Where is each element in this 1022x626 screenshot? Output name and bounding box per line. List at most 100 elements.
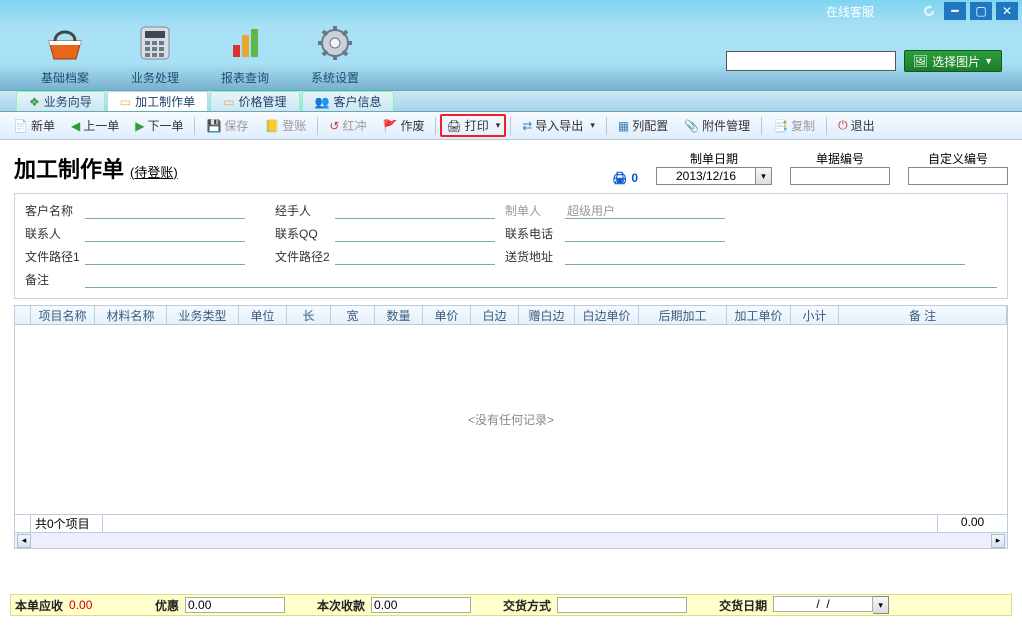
exit-icon: ⏻ bbox=[838, 118, 848, 133]
deliver-date-input[interactable] bbox=[773, 596, 873, 612]
docno-input[interactable] bbox=[790, 167, 890, 185]
status-link[interactable]: (待登账) bbox=[130, 162, 178, 181]
col-biztype[interactable]: 业务类型 bbox=[167, 306, 239, 324]
post-button[interactable]: 📒登账 bbox=[257, 114, 313, 137]
tab-process-order-label: 加工制作单 bbox=[135, 93, 195, 110]
col-project[interactable]: 项目名称 bbox=[31, 306, 95, 324]
attachment-button[interactable]: 📎附件管理 bbox=[677, 114, 757, 137]
pay-input[interactable] bbox=[371, 597, 471, 613]
print-button[interactable]: 🖨打印▾ bbox=[440, 114, 506, 137]
tab-customer-info[interactable]: 👥客户信息 bbox=[302, 91, 395, 111]
tab-bar: ❖业务向导 ▭ 加工制作单 ▭ 价格管理 👥客户信息 bbox=[0, 90, 1022, 112]
date-input[interactable] bbox=[656, 167, 756, 185]
next-button[interactable]: ▶下一单 bbox=[128, 114, 190, 137]
tab-price-manage[interactable]: ▭ 价格管理 bbox=[210, 91, 299, 111]
col-postprocess[interactable]: 后期加工 bbox=[639, 306, 727, 324]
col-subtotal[interactable]: 小计 bbox=[791, 306, 839, 324]
maker-label: 制单人 bbox=[505, 202, 565, 219]
exit-button[interactable]: ⏻退出 bbox=[831, 114, 882, 137]
path2-input[interactable] bbox=[335, 249, 495, 265]
new-button[interactable]: 📄新单 bbox=[6, 114, 62, 137]
tab-wizard[interactable]: ❖业务向导 bbox=[16, 91, 105, 111]
customno-input[interactable] bbox=[908, 167, 1008, 185]
void-icon: 🚩 bbox=[382, 119, 397, 133]
print-count: 🖨 0 bbox=[612, 171, 638, 185]
col-givewhite[interactable]: 赠白边 bbox=[519, 306, 575, 324]
col-white[interactable]: 白边 bbox=[471, 306, 519, 324]
tab-process-order[interactable]: ▭ 加工制作单 bbox=[107, 91, 208, 111]
main-basic-archive-button[interactable]: 基础档案 bbox=[20, 15, 110, 86]
search-input[interactable] bbox=[726, 51, 896, 71]
scroll-right-button[interactable]: ▸ bbox=[991, 534, 1005, 548]
prev-button[interactable]: ◀上一单 bbox=[64, 114, 126, 137]
col-material[interactable]: 材料名称 bbox=[95, 306, 167, 324]
grid-footer-total: 0.00 bbox=[937, 515, 1007, 532]
col-length[interactable]: 长 bbox=[287, 306, 331, 324]
grid-body[interactable]: <没有任何记录> bbox=[14, 325, 1008, 515]
phone-input[interactable] bbox=[565, 226, 725, 242]
qq-input[interactable] bbox=[335, 226, 495, 242]
customer-label: 客户名称 bbox=[25, 202, 85, 219]
maximize-button[interactable]: ▢ bbox=[970, 2, 992, 20]
horizontal-scrollbar[interactable]: ◂ ▸ bbox=[14, 533, 1008, 549]
main-report-button[interactable]: 报表查询 bbox=[200, 15, 290, 86]
customer-input[interactable] bbox=[85, 203, 245, 219]
col-processprice[interactable]: 加工单价 bbox=[727, 306, 791, 324]
grid-footer-summary: 共0个项目 bbox=[31, 515, 103, 532]
contact-input[interactable] bbox=[85, 226, 245, 242]
online-service-link[interactable]: 在线客服 bbox=[826, 3, 874, 20]
col-unit[interactable]: 单位 bbox=[239, 306, 287, 324]
close-button[interactable]: ✕ bbox=[996, 2, 1018, 20]
pay-label: 本次收款 bbox=[317, 597, 365, 614]
tab-customer-info-label: 客户信息 bbox=[333, 93, 381, 110]
import-export-button[interactable]: ⇄导入导出▾ bbox=[515, 114, 602, 137]
col-qty[interactable]: 数量 bbox=[375, 306, 423, 324]
select-image-button[interactable]: 🖼 选择图片 ▼ bbox=[904, 50, 1002, 72]
handler-input[interactable] bbox=[335, 203, 495, 219]
minimize-button[interactable]: ━ bbox=[944, 2, 966, 20]
method-input[interactable] bbox=[557, 597, 687, 613]
bottom-bar: 本单应收 0.00 优惠 本次收款 交货方式 交货日期 ▾ bbox=[10, 594, 1012, 616]
deliver-date-dropdown-button[interactable]: ▾ bbox=[873, 596, 889, 614]
main-settings-button[interactable]: 系统设置 bbox=[290, 15, 380, 86]
contact-label: 联系人 bbox=[25, 225, 85, 242]
date-dropdown-button[interactable]: ▾ bbox=[756, 167, 772, 185]
void-button[interactable]: 🚩作废 bbox=[375, 114, 431, 137]
users-icon: 👥 bbox=[315, 95, 330, 109]
col-price[interactable]: 单价 bbox=[423, 306, 471, 324]
col-remark[interactable]: 备 注 bbox=[839, 306, 1007, 324]
remark-label: 备注 bbox=[25, 271, 85, 288]
document-icon: ▭ bbox=[120, 95, 131, 109]
col-width[interactable]: 宽 bbox=[331, 306, 375, 324]
col-whiteprice[interactable]: 白边单价 bbox=[575, 306, 639, 324]
phone-label: 联系电话 bbox=[505, 225, 565, 242]
discount-input[interactable] bbox=[185, 597, 285, 613]
main-basic-archive-label: 基础档案 bbox=[20, 69, 110, 86]
printer-icon: 🖨 bbox=[446, 119, 461, 133]
remark-input[interactable] bbox=[85, 272, 997, 288]
page-title: 加工制作单 (待登账) bbox=[14, 152, 178, 184]
reverse-button[interactable]: ↺红冲 bbox=[322, 114, 373, 137]
save-icon: 💾 bbox=[206, 119, 221, 133]
scroll-left-button[interactable]: ◂ bbox=[17, 534, 31, 548]
main-business-button[interactable]: 业务处理 bbox=[110, 15, 200, 86]
total-label: 本单应收 bbox=[15, 597, 63, 614]
save-button[interactable]: 💾保存 bbox=[199, 114, 255, 137]
main-settings-label: 系统设置 bbox=[290, 69, 380, 86]
deliver-date-label: 交货日期 bbox=[719, 597, 767, 614]
path1-input[interactable] bbox=[85, 249, 245, 265]
column-config-button[interactable]: ▦列配置 bbox=[611, 114, 675, 137]
chevron-down-icon: ▼ bbox=[984, 56, 993, 66]
transfer-icon: ⇄ bbox=[522, 119, 532, 133]
toolbar: 📄新单 ◀上一单 ▶下一单 💾保存 📒登账 ↺红冲 🚩作废 🖨打印▾ ⇄导入导出… bbox=[0, 112, 1022, 140]
addr-input[interactable] bbox=[565, 249, 965, 265]
method-label: 交货方式 bbox=[503, 597, 551, 614]
arrow-right-icon: ▶ bbox=[135, 119, 144, 133]
new-icon: 📄 bbox=[13, 119, 28, 133]
path1-label: 文件路径1 bbox=[25, 248, 85, 265]
maker-input bbox=[565, 203, 725, 219]
refresh-icon[interactable] bbox=[918, 2, 940, 20]
document-icon: ▭ bbox=[223, 95, 234, 109]
tab-price-manage-label: 价格管理 bbox=[238, 93, 286, 110]
copy-button[interactable]: 📑复制 bbox=[766, 114, 822, 137]
